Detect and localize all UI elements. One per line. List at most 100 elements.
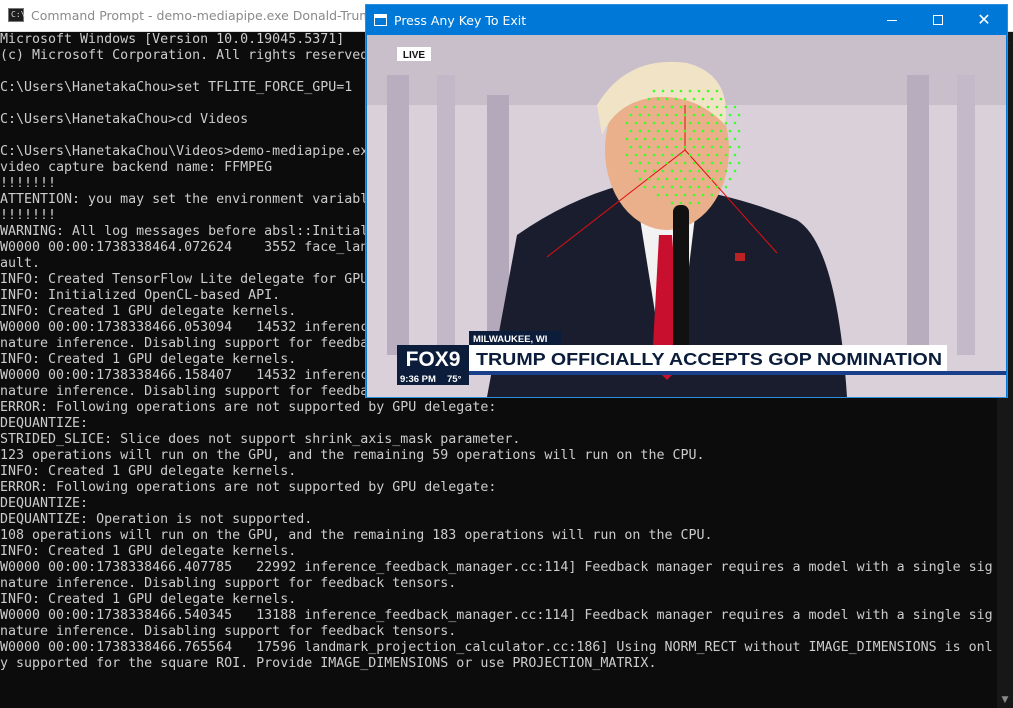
landmark-point: [688, 105, 692, 109]
landmark-point: [665, 113, 669, 117]
landmark-point: [665, 177, 669, 181]
landmark-point: [724, 169, 728, 173]
landmark-point: [665, 161, 669, 165]
landmark-point: [679, 137, 683, 141]
landmark-point: [728, 129, 732, 133]
landmark-point: [683, 113, 687, 117]
time-text: 9:36 PM: [400, 374, 436, 385]
landmark-point: [652, 153, 656, 157]
landmark-point: [674, 113, 678, 117]
minimize-icon[interactable]: [869, 5, 915, 35]
landmark-point: [679, 169, 683, 173]
landmark-point: [661, 185, 665, 189]
landmark-point: [661, 121, 665, 125]
landmark-point: [706, 153, 710, 157]
landmark-point: [670, 137, 674, 141]
landmark-point: [724, 137, 728, 141]
landmark-point: [724, 153, 728, 157]
landmark-point: [625, 137, 629, 141]
landmark-point: [656, 161, 660, 165]
landmark-point: [679, 89, 683, 93]
microphone: [673, 205, 689, 355]
landmark-point: [674, 129, 678, 133]
landmark-point: [733, 169, 737, 173]
landmark-point: [719, 161, 723, 165]
landmark-point: [679, 153, 683, 157]
landmark-point: [683, 145, 687, 149]
landmark-point: [719, 113, 723, 117]
landmark-point: [710, 113, 714, 117]
landmark-point: [692, 145, 696, 149]
landmark-point: [638, 129, 642, 133]
landmark-point: [665, 97, 669, 101]
landmark-point: [647, 97, 651, 101]
landmark-point: [737, 129, 741, 133]
video-frame[interactable]: LIVE MILWAUKEE, WI FOX9 TRUMP OFFICIALLY…: [367, 35, 1006, 397]
landmark-point: [737, 161, 741, 165]
landmark-point: [692, 129, 696, 133]
landmark-point: [661, 137, 665, 141]
landmark-point: [706, 169, 710, 173]
landmark-point: [670, 169, 674, 173]
landmark-point: [629, 129, 633, 133]
flag-pin: [735, 253, 745, 261]
landmark-point: [706, 185, 710, 189]
landmark-point: [656, 113, 660, 117]
landmark-point: [661, 169, 665, 173]
landmark-point: [656, 129, 660, 133]
video-titlebar[interactable]: Press Any Key To Exit ✕: [366, 5, 1007, 35]
video-window-title: Press Any Key To Exit: [394, 13, 527, 28]
landmark-point: [634, 137, 638, 141]
landmark-point: [688, 121, 692, 125]
landmark-point: [692, 97, 696, 101]
landmark-point: [724, 121, 728, 125]
landmark-point: [679, 105, 683, 109]
video-scene: LIVE MILWAUKEE, WI FOX9 TRUMP OFFICIALLY…: [367, 35, 1006, 397]
landmark-point: [670, 201, 674, 205]
landmark-point: [643, 169, 647, 173]
landmark-point: [688, 169, 692, 173]
landmark-point: [710, 177, 714, 181]
landmark-point: [692, 193, 696, 197]
landmark-point: [715, 89, 719, 93]
scroll-down-icon[interactable]: ▼: [997, 692, 1013, 708]
landmark-point: [706, 89, 710, 93]
landmark-point: [710, 161, 714, 165]
landmark-point: [706, 121, 710, 125]
cmd-window-title: Command Prompt - demo-mediapipe.exe Dona…: [31, 8, 412, 23]
landmark-point: [629, 113, 633, 117]
landmark-point: [719, 97, 723, 101]
landmark-point: [692, 177, 696, 181]
landmark-point: [715, 169, 719, 173]
landmark-point: [701, 193, 705, 197]
landmark-point: [661, 105, 665, 109]
landmark-point: [701, 161, 705, 165]
landmark-point: [701, 177, 705, 181]
landmark-point: [697, 201, 701, 205]
landmark-point: [674, 193, 678, 197]
landmark-point: [652, 121, 656, 125]
landmark-point: [647, 145, 651, 149]
landmark-point: [733, 105, 737, 109]
landmark-point: [697, 89, 701, 93]
landmark-point: [715, 105, 719, 109]
landmark-point: [688, 201, 692, 205]
landmark-point: [688, 89, 692, 93]
landmark-point: [643, 105, 647, 109]
landmark-point: [629, 161, 633, 165]
close-icon[interactable]: ✕: [961, 5, 1007, 35]
landmark-point: [674, 145, 678, 149]
landmark-point: [625, 121, 629, 125]
landmark-point: [697, 121, 701, 125]
landmark-point: [670, 121, 674, 125]
landmark-point: [733, 153, 737, 157]
landmark-point: [661, 153, 665, 157]
landmark-point: [652, 89, 656, 93]
landmark-point: [679, 201, 683, 205]
maximize-icon[interactable]: [915, 5, 961, 35]
landmark-point: [688, 185, 692, 189]
landmark-point: [652, 105, 656, 109]
video-window[interactable]: Press Any Key To Exit ✕ LIVE MILWAUKEE, …: [365, 4, 1008, 398]
ticker-strip: [469, 371, 1006, 375]
landmark-point: [634, 105, 638, 109]
